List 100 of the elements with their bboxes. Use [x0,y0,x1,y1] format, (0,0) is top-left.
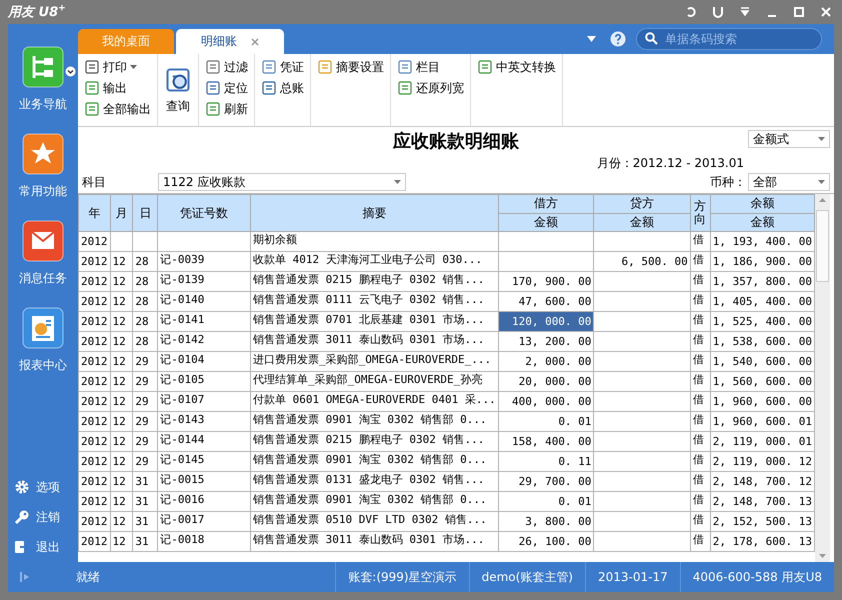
table-cell: 29 [132,392,158,412]
table-cell[interactable]: 120, 000. 00 [498,312,594,332]
table-cell: 记-0018 [158,532,251,552]
table-cell: 记-0144 [158,432,251,452]
format-dropdown[interactable]: 金额式 [748,130,830,148]
sidebar-item[interactable]: 业务导航 [10,46,76,113]
sidebar-item[interactable]: 消息任务 [10,220,76,287]
settings-icon [14,479,30,495]
table-cell: 销售普通发票 0111 云飞电子 0302 销售... [250,292,498,312]
table-cell: 31 [132,492,158,512]
toolbar-button[interactable]: 查询 [164,65,192,115]
table-cell[interactable]: 2, 000. 00 [498,352,594,372]
table-cell[interactable] [498,232,594,252]
toolbar-button[interactable]: 刷新 [205,100,248,118]
table-cell[interactable]: 13, 200. 00 [498,332,594,352]
table-cell[interactable]: 158, 400. 00 [498,432,594,452]
search-icon [645,32,658,45]
scroll-down-icon[interactable] [819,554,826,558]
table-cell: 借 [690,392,710,412]
table-cell: 记-0105 [158,372,251,392]
table-cell: 记-0139 [158,272,251,292]
table-cell: 代理结算单_采购部_OMEGA-EUROVERDE_孙亮 [250,372,498,392]
toolbar-button[interactable]: 还原列宽 [397,79,464,97]
caret-icon[interactable] [130,65,137,69]
close-icon[interactable] [251,38,259,46]
sidebar-link[interactable]: 退出 [14,532,72,562]
table-cell: 2012 [78,332,110,352]
table-cell[interactable]: 0. 11 [498,452,594,472]
document-icon [317,59,333,75]
toolbar-button[interactable]: 定位 [205,79,248,97]
sidebar-item[interactable]: 常用功能 [10,133,76,200]
toolbar-button[interactable]: 栏目 [397,58,464,76]
table-cell: 1, 357, 800. 00 [710,272,815,292]
toolbar-button[interactable]: 输出 [84,79,151,97]
key-icon [14,509,30,525]
u-icon[interactable] [712,6,724,18]
table-cell: 2012 [78,312,110,332]
table-cell: 12 [110,292,133,312]
table-cell: 销售普通发票 0510 DVF LTD 0302 销售... [250,512,498,532]
toolbar-button[interactable]: 总账 [261,79,304,97]
table-cell[interactable]: 0. 01 [498,492,594,512]
table-cell: 借 [690,472,710,492]
table-cell: 借 [690,532,710,552]
sidebar-item[interactable]: 报表中心 [10,307,76,374]
toolbar-button[interactable]: 打印 [84,58,151,76]
table-cell: 记-0143 [158,412,251,432]
toolbar-button[interactable]: 中英文转换 [477,58,556,76]
table-cell: 29 [132,352,158,372]
report-icon [22,307,64,349]
table-cell: 1, 960, 600. 00 [710,392,815,412]
table-cell[interactable]: 0. 01 [498,412,594,432]
caret-icon[interactable] [587,36,596,42]
search-field[interactable]: 单据条码搜索 [636,28,822,50]
table-cell[interactable]: 3, 800. 00 [498,512,594,532]
table-cell[interactable]: 26, 100. 00 [498,532,594,552]
toolbar-button[interactable]: 凭证 [261,58,304,76]
currency-dropdown[interactable]: 全部 [748,173,830,191]
document-icon [84,59,100,75]
toolbar-button[interactable]: 过滤 [205,58,248,76]
toolbar-button[interactable]: 摘要设置 [317,58,384,76]
table-cell: 2012 [78,472,110,492]
table-cell [110,232,133,252]
maximize-icon[interactable] [793,6,805,18]
scroll-up-icon[interactable] [819,198,826,202]
table-cell[interactable]: 400, 000. 00 [498,392,594,412]
table-cell[interactable]: 29, 700. 00 [498,472,594,492]
toolbar-button[interactable]: 全部输出 [84,100,151,118]
table-cell: 28 [132,292,158,312]
table-cell: 借 [690,352,710,372]
column-subheader: 金额 [710,213,815,232]
tab[interactable]: 明细账 [176,29,284,54]
table-cell: 12 [110,372,133,392]
sidebar-link[interactable]: 注销 [14,502,72,532]
account-dropdown[interactable]: 1122 应收账款 [158,173,406,191]
column-header: 摘要 [250,194,498,232]
table-cell: 2, 152, 500. 13 [710,512,815,532]
table-cell: 销售普通发票 3011 泰山数码 0301 市场... [250,532,498,552]
scroll-thumb[interactable] [816,210,830,282]
status-text: 就绪 [75,568,101,586]
scrollbar[interactable] [815,194,830,562]
help-icon[interactable] [610,31,626,47]
table-cell: 12 [110,512,133,532]
table-cell[interactable] [498,252,594,272]
period-text: 月份：2012.12 - 2013.01 [596,155,744,171]
table-cell: 2, 148, 700. 13 [710,492,815,512]
table-cell: 销售普通发票 0901 淘宝 0302 销售部 0... [250,452,498,472]
table-cell: 29 [132,452,158,472]
envelope-icon [22,220,64,262]
dropdown-icon[interactable] [739,6,751,18]
table-cell: 销售普通发票 0215 鹏程电子 0302 销售... [250,272,498,292]
table-cell[interactable]: 170, 900. 00 [498,272,594,292]
table-cell: 12 [110,392,133,412]
sidebar-link[interactable]: 选项 [14,472,72,502]
table-cell: 2012 [78,392,110,412]
table-cell[interactable]: 20, 000. 00 [498,372,594,392]
expand-icon[interactable] [65,66,76,77]
table-cell: 记-0016 [158,492,251,512]
undo-icon[interactable] [685,6,697,18]
table-cell: 6, 500. 00 [594,252,690,272]
column-header: 余额 [710,194,815,213]
